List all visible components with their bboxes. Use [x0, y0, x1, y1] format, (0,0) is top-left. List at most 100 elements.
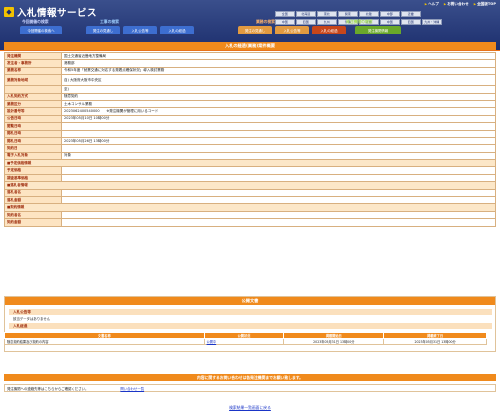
field-value: [61, 188, 496, 198]
table-row: 設計番号等 2023062400540000 ※発注機関が管理に用いるコード: [4, 107, 496, 116]
field-value: 土木コンサル業務: [61, 99, 496, 109]
field-value: 港務部: [61, 59, 496, 68]
document-status-link[interactable]: 公開中: [207, 340, 217, 344]
category-label: 今回開催の検索: [22, 19, 49, 24]
site-logo[interactable]: ◆ 入札情報サービス: [4, 5, 97, 19]
table-row: 発注機関 国土交通省近畿地方整備局: [4, 51, 496, 61]
field-label: 发注者・事務所: [4, 59, 62, 68]
field-label: 業務対象地域: [4, 74, 62, 87]
field-value: 令和5年度「就業交通に対応する発着点確保状況」導入検討業務: [61, 66, 496, 76]
design-number: 2023062400540000: [64, 109, 100, 114]
field-value: 2023年05月10日 10時00分: [61, 114, 496, 124]
subheading-progress: 入札経過: [9, 323, 492, 329]
field-label: 落札者名: [4, 188, 62, 198]
category-tabs: 今回開催の検索へ 発注の見通し 入札公告等 入札の経過 発注の見通し 入札公告等…: [0, 26, 500, 34]
table-row: 落札金額: [4, 196, 496, 205]
table-row: 開札日時 2023年05月26日 13時00分: [4, 136, 496, 146]
category-label: 業務の検索: [256, 19, 275, 24]
site-title: 入札情報サービス: [17, 8, 98, 19]
inquiry-notice-bar: 内容に関するお問い合わせは各発注機関までお願い致します。: [4, 374, 496, 381]
section-heading-rakusatsu: ■落札者情報: [4, 181, 496, 190]
field-label: 調査基準価格: [4, 173, 62, 183]
search-category-labels: 今回開催の検索 工事の検索 業務の検索 発注機関の検索: [0, 19, 500, 25]
field-label: 開札日時: [4, 129, 62, 138]
section-heading-keiyaku: ■契約情報: [4, 203, 496, 212]
table-row: 電子入札対象 対象: [4, 151, 496, 161]
section-heading-yotei: ■予定価格情報: [4, 159, 496, 168]
page-title: 入札の経過(業務)案件概要: [4, 42, 496, 50]
table-row: 開札日時: [4, 129, 496, 138]
tab-gyomu-outlook[interactable]: 発注の見通し: [238, 26, 272, 34]
table-row: 入札契約方式 随意契約: [4, 92, 496, 101]
national-top-link[interactable]: 全国版TOP: [474, 2, 496, 7]
tab-current[interactable]: 今回開催の検索へ: [20, 26, 62, 34]
field-label: 業務区分: [4, 99, 62, 109]
field-value: [61, 166, 496, 175]
field-label: 設計番号等: [4, 107, 62, 116]
field-label: 落札金額: [4, 196, 62, 205]
field-label: 予定価格: [4, 166, 62, 175]
field-value: [61, 210, 496, 220]
table-row: 随意契約結果及び契約の内容 公開中 2023年05月31日 13時00分 202…: [4, 338, 487, 345]
contact-row: 発注機関への連絡先等はこちらからご確認ください。 問い合わせ一覧: [4, 384, 496, 392]
table-row: 調査基準価格: [4, 173, 496, 183]
region-button[interactable]: 中部: [380, 11, 400, 17]
region-button[interactable]: 全国: [275, 11, 295, 17]
tab-agency-info[interactable]: 発注機関情報: [355, 26, 401, 34]
tab-koji-notice[interactable]: 入札公告等: [123, 26, 157, 34]
section-row: ■予定価格情報: [4, 159, 496, 168]
field-label: 業務名称: [4, 66, 62, 76]
field-value: 対象: [61, 151, 496, 161]
field-value: 2023062400540000 ※発注機関が管理に用いるコード: [61, 107, 496, 116]
field-value: [61, 173, 496, 183]
field-label: 公告日時: [4, 114, 62, 124]
table-row: 至): [4, 85, 496, 94]
table-row: 契約者名: [4, 210, 496, 220]
nav-divider: [0, 50, 500, 51]
section-row: ■契約情報: [4, 203, 496, 212]
contact-link[interactable]: お問い合わせ: [444, 2, 469, 7]
tab-koji-outlook[interactable]: 発注の見通し: [86, 26, 120, 34]
field-label: [4, 85, 62, 94]
design-number-note: ※発注機関が管理に用いるコード: [106, 109, 159, 114]
field-label: 契約金額: [4, 218, 62, 227]
field-label: 電子入札対象: [4, 151, 62, 161]
detail-table: 発注機関 国土交通省近畿地方整備局 发注者・事務所 港務部 業務名称 令和5年度「就業…: [4, 51, 496, 227]
region-button[interactable]: 関東: [338, 11, 358, 17]
region-button[interactable]: 東北: [317, 11, 337, 17]
tab-koji-progress[interactable]: 入札の経過: [160, 26, 194, 34]
table-row: 契約金額: [4, 218, 496, 227]
inquiry-list-link[interactable]: 問い合わせ一覧: [120, 386, 144, 391]
field-value: 国土交通省近畿地方整備局: [61, 51, 496, 61]
field-value: [61, 122, 496, 131]
table-row: 業務区分 土木コンサル業務: [4, 99, 496, 109]
table-row: 閲覧日時: [4, 122, 496, 131]
table-row: 予定価格: [4, 166, 496, 175]
region-button[interactable]: 北海道: [296, 11, 316, 17]
field-value: 至): [61, 85, 496, 94]
top-links: ヘルプ お問い合わせ 全国版TOP: [425, 2, 496, 7]
region-button[interactable]: 北陸: [359, 11, 379, 17]
help-link[interactable]: ヘルプ: [425, 2, 439, 7]
document-status-cell: 公開中: [203, 338, 285, 345]
field-value: [61, 218, 496, 227]
tab-gyomu-progress[interactable]: 入札の経過: [312, 26, 346, 34]
table-row: 发注者・事務所 港務部: [4, 59, 496, 68]
no-data-text: 該当データはありません: [13, 317, 51, 321]
publish-start-date: 2023年05月31日 13時00分: [283, 338, 385, 345]
field-label: 開札日時: [4, 136, 62, 146]
table-row: 業務対象地域 自) 大阪府大阪市中央区: [4, 74, 496, 87]
field-label: 入札契約方式: [4, 92, 62, 101]
document-name: 随意契約結果及び契約の内容: [4, 338, 205, 345]
table-row: 公告日時 2023年05月10日 10時00分: [4, 114, 496, 124]
category-label: 発注機関の検索: [346, 19, 373, 24]
field-label: 閲覧日時: [4, 122, 62, 131]
back-to-results-link[interactable]: 検索結果一覧画面に戻る: [229, 405, 271, 410]
field-label: 契約日: [4, 144, 62, 153]
subheading-notice: 入札公告等: [9, 309, 492, 315]
field-value: 自) 大阪府大阪市中央区: [61, 74, 496, 87]
tab-gyomu-notice[interactable]: 入札公告等: [275, 26, 309, 34]
region-button[interactable]: 近畿: [401, 11, 421, 17]
field-value: 随意契約: [61, 92, 496, 101]
category-label: 工事の検索: [100, 19, 119, 24]
